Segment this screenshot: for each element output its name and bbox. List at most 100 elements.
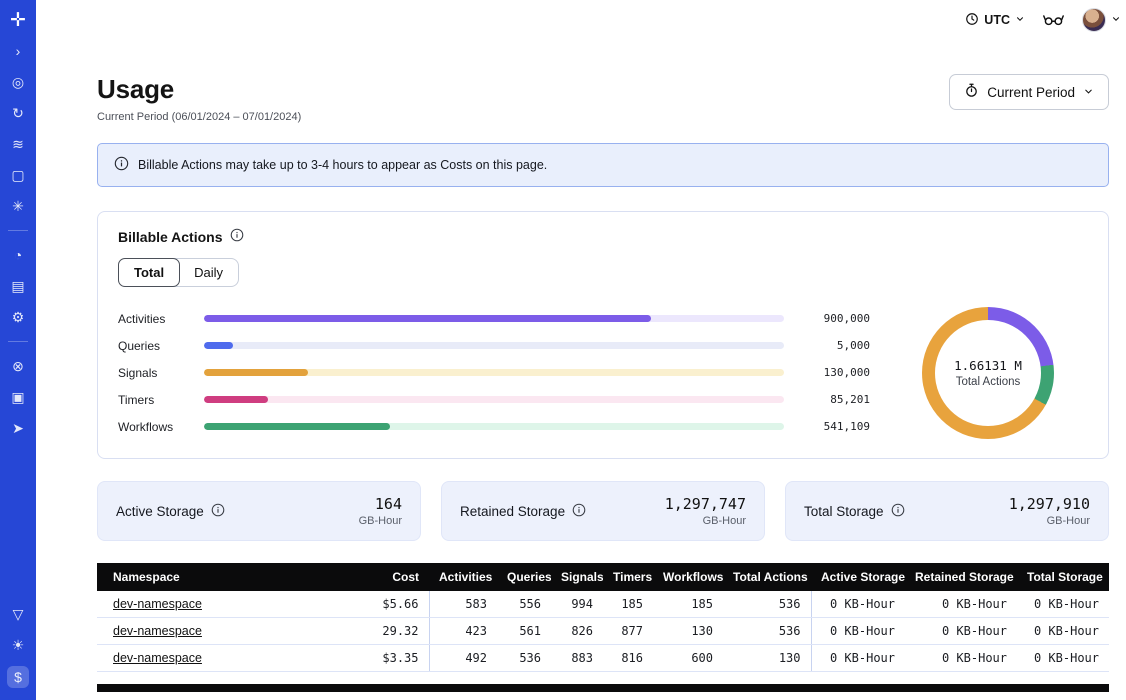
cell-retained-storage: 0 KB-Hour: [905, 618, 1017, 645]
billable-actions-title-text: Billable Actions: [118, 229, 223, 245]
table-footer-strip: [97, 684, 1109, 692]
avatar: [1082, 8, 1106, 32]
bar-row-workflows: Workflows541,109: [118, 413, 870, 440]
cell-total-actions: 130: [723, 645, 811, 672]
info-icon[interactable]: [211, 503, 225, 520]
cell-cost: 29.32: [365, 618, 429, 645]
labs-icon[interactable]: ▽: [7, 604, 29, 624]
chevron-down-icon: [1015, 13, 1025, 27]
schedules-icon[interactable]: ↻: [7, 103, 29, 123]
billable-actions-title: Billable Actions: [118, 228, 1088, 245]
cell-workflows: 600: [653, 645, 723, 672]
namespace-cell: dev-namespace: [97, 645, 365, 672]
docs-icon[interactable]: ▣: [7, 387, 29, 407]
table-body: dev-namespace$5.665835569941851855360 KB…: [97, 591, 1109, 672]
cell-signals: 994: [551, 591, 603, 618]
namespace-link[interactable]: dev-namespace: [113, 624, 202, 638]
cell-total-actions: 536: [723, 618, 811, 645]
bar-fill: [204, 369, 308, 376]
page-subtitle: Current Period (06/01/2024 – 07/01/2024): [97, 111, 301, 123]
chevron-down-icon: [1083, 85, 1094, 100]
column-header-total-storage: Total Storage: [1017, 563, 1109, 591]
storage-card-value: 1,297,910: [1009, 495, 1090, 513]
table-row: dev-namespace29.324235618268771305360 KB…: [97, 618, 1109, 645]
cell-total-storage: 0 KB-Hour: [1017, 591, 1109, 618]
bar-label: Queries: [118, 339, 192, 353]
total-storage-card: Total Storage1,297,910GB-Hour: [785, 481, 1109, 541]
bar-label: Signals: [118, 366, 192, 380]
cell-workflows: 130: [653, 618, 723, 645]
billing-icon[interactable]: ▤: [7, 276, 29, 296]
bar-label: Workflows: [118, 420, 192, 434]
bar-label: Activities: [118, 312, 192, 326]
table-row: dev-namespace$3.354925368838166001300 KB…: [97, 645, 1109, 672]
timezone-selector[interactable]: UTC: [965, 12, 1025, 29]
period-dropdown-label: Current Period: [987, 85, 1075, 100]
tab-daily[interactable]: Daily: [179, 259, 238, 286]
cell-total-actions: 536: [723, 591, 811, 618]
namespaces-icon[interactable]: ◎: [7, 72, 29, 92]
info-banner-text: Billable Actions may take up to 3-4 hour…: [138, 158, 547, 172]
period-dropdown[interactable]: Current Period: [949, 74, 1109, 110]
table-row: dev-namespace$5.665835569941851855360 KB…: [97, 591, 1109, 618]
bar-track: [204, 396, 784, 403]
bar-track: [204, 342, 784, 349]
feedback-icon[interactable]: ➤: [7, 418, 29, 438]
storage-card-value: 1,297,747: [665, 495, 746, 513]
expand-chevron-icon[interactable]: ›: [7, 41, 29, 61]
bar-value: 130,000: [796, 366, 870, 379]
namespace-cell: dev-namespace: [97, 618, 365, 645]
cell-activities: 583: [429, 591, 497, 618]
storage-card-value-block: 1,297,747GB-Hour: [665, 495, 746, 527]
donut-total-value: 1.66131 M: [954, 358, 1022, 373]
bar-fill: [204, 342, 233, 349]
deployments-icon[interactable]: ≋: [7, 134, 29, 154]
billable-view-tabs: Total Daily: [118, 258, 239, 287]
sidebar-divider: [8, 341, 28, 342]
namespace-link[interactable]: dev-namespace: [113, 597, 202, 611]
cell-activities: 492: [429, 645, 497, 672]
stopwatch-icon: [964, 83, 979, 101]
namespace-link[interactable]: dev-namespace: [113, 651, 202, 665]
support-icon[interactable]: ⊗: [7, 356, 29, 376]
bar-track: [204, 423, 784, 430]
info-icon: [114, 156, 129, 174]
billable-actions-card: Billable Actions Total Daily Activities 9…: [97, 211, 1109, 459]
bar-fill: [204, 396, 268, 403]
cell-active-storage: 0 KB-Hour: [811, 591, 905, 618]
theme-toggle-icon[interactable]: ☀: [7, 635, 29, 655]
storage-card-label: Active Storage: [116, 503, 225, 520]
cell-timers: 816: [603, 645, 653, 672]
info-icon[interactable]: [891, 503, 905, 520]
glasses-icon[interactable]: [1043, 13, 1064, 27]
user-menu[interactable]: [1082, 8, 1121, 32]
cost-icon[interactable]: $: [7, 666, 29, 688]
info-icon[interactable]: [230, 228, 244, 245]
column-header-queries: Queries: [497, 563, 551, 591]
main-column: UTC Usage Current Period (06/01/2024 – 0…: [36, 0, 1126, 700]
cell-signals: 826: [551, 618, 603, 645]
cell-cost: $3.35: [365, 645, 429, 672]
sidebar: ✛›◎↻≋▢✳◔▤⚙⊗▣➤▽☀$: [0, 0, 36, 700]
cell-queries: 556: [497, 591, 551, 618]
cell-retained-storage: 0 KB-Hour: [905, 645, 1017, 672]
storage-card-value-block: 164GB-Hour: [359, 495, 402, 527]
usage-icon[interactable]: ◔: [7, 245, 29, 265]
bar-row-signals: Signals 130,000: [118, 359, 870, 386]
timezone-label: UTC: [984, 13, 1010, 27]
bar-fill: [204, 423, 390, 430]
cell-timers: 185: [603, 591, 653, 618]
info-icon[interactable]: [572, 503, 586, 520]
app-root: ✛›◎↻≋▢✳◔▤⚙⊗▣➤▽☀$ UTC: [0, 0, 1126, 700]
bar-value: 900,000: [796, 312, 870, 325]
storage-card-label-text: Total Storage: [804, 504, 884, 519]
bar-track: [204, 315, 784, 322]
cell-total-storage: 0 KB-Hour: [1017, 645, 1109, 672]
storage-card-label-text: Retained Storage: [460, 504, 565, 519]
namespace-usage-table: NamespaceCostActivitiesQueriesSignalsTim…: [97, 563, 1109, 692]
settings-icon[interactable]: ⚙: [7, 307, 29, 327]
nexus-icon[interactable]: ✳: [7, 196, 29, 216]
workers-icon[interactable]: ▢: [7, 165, 29, 185]
info-banner: Billable Actions may take up to 3-4 hour…: [97, 143, 1109, 187]
tab-total[interactable]: Total: [118, 258, 180, 287]
